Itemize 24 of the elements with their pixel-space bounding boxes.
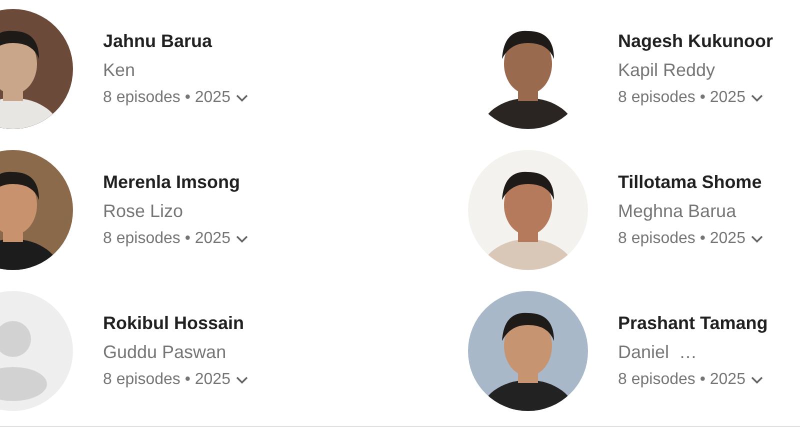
cast-name: Tillotama Shome xyxy=(618,172,763,193)
chevron-down-icon xyxy=(751,235,764,243)
chevron-down-icon xyxy=(751,376,764,384)
episodes-toggle[interactable]: 8 episodes • 2025 xyxy=(103,89,248,107)
character-name: Meghna Barua xyxy=(618,201,738,222)
character-name: Ken xyxy=(103,60,136,81)
cast-name: Jahnu Barua xyxy=(103,31,214,52)
chevron-down-icon xyxy=(236,376,248,384)
character-name: Rose Lizo xyxy=(103,201,184,222)
character-name: Guddu Paswan xyxy=(103,342,228,363)
episodes-toggle[interactable]: 8 episodes • 2025 xyxy=(103,230,248,248)
cast-name: Nagesh Kukunoor xyxy=(618,31,774,52)
episodes-toggle[interactable]: 8 episodes • 2025 xyxy=(103,371,248,389)
chevron-down-icon xyxy=(236,235,248,243)
chevron-down-icon xyxy=(751,94,764,102)
episodes-toggle[interactable]: 8 episodes • 2025 xyxy=(618,371,768,389)
character-name: Daniel … xyxy=(618,342,698,363)
cast-name: Merenla Imsong xyxy=(103,172,242,193)
character-name: Kapil Reddy xyxy=(618,60,716,81)
cast-name: Prashant Tamang xyxy=(618,313,768,334)
episodes-toggle[interactable]: 8 episodes • 2025 xyxy=(618,89,774,107)
cast-name: Rokibul Hossain xyxy=(103,313,246,334)
episodes-toggle[interactable]: 8 episodes • 2025 xyxy=(618,230,764,248)
chevron-down-icon xyxy=(236,94,248,102)
